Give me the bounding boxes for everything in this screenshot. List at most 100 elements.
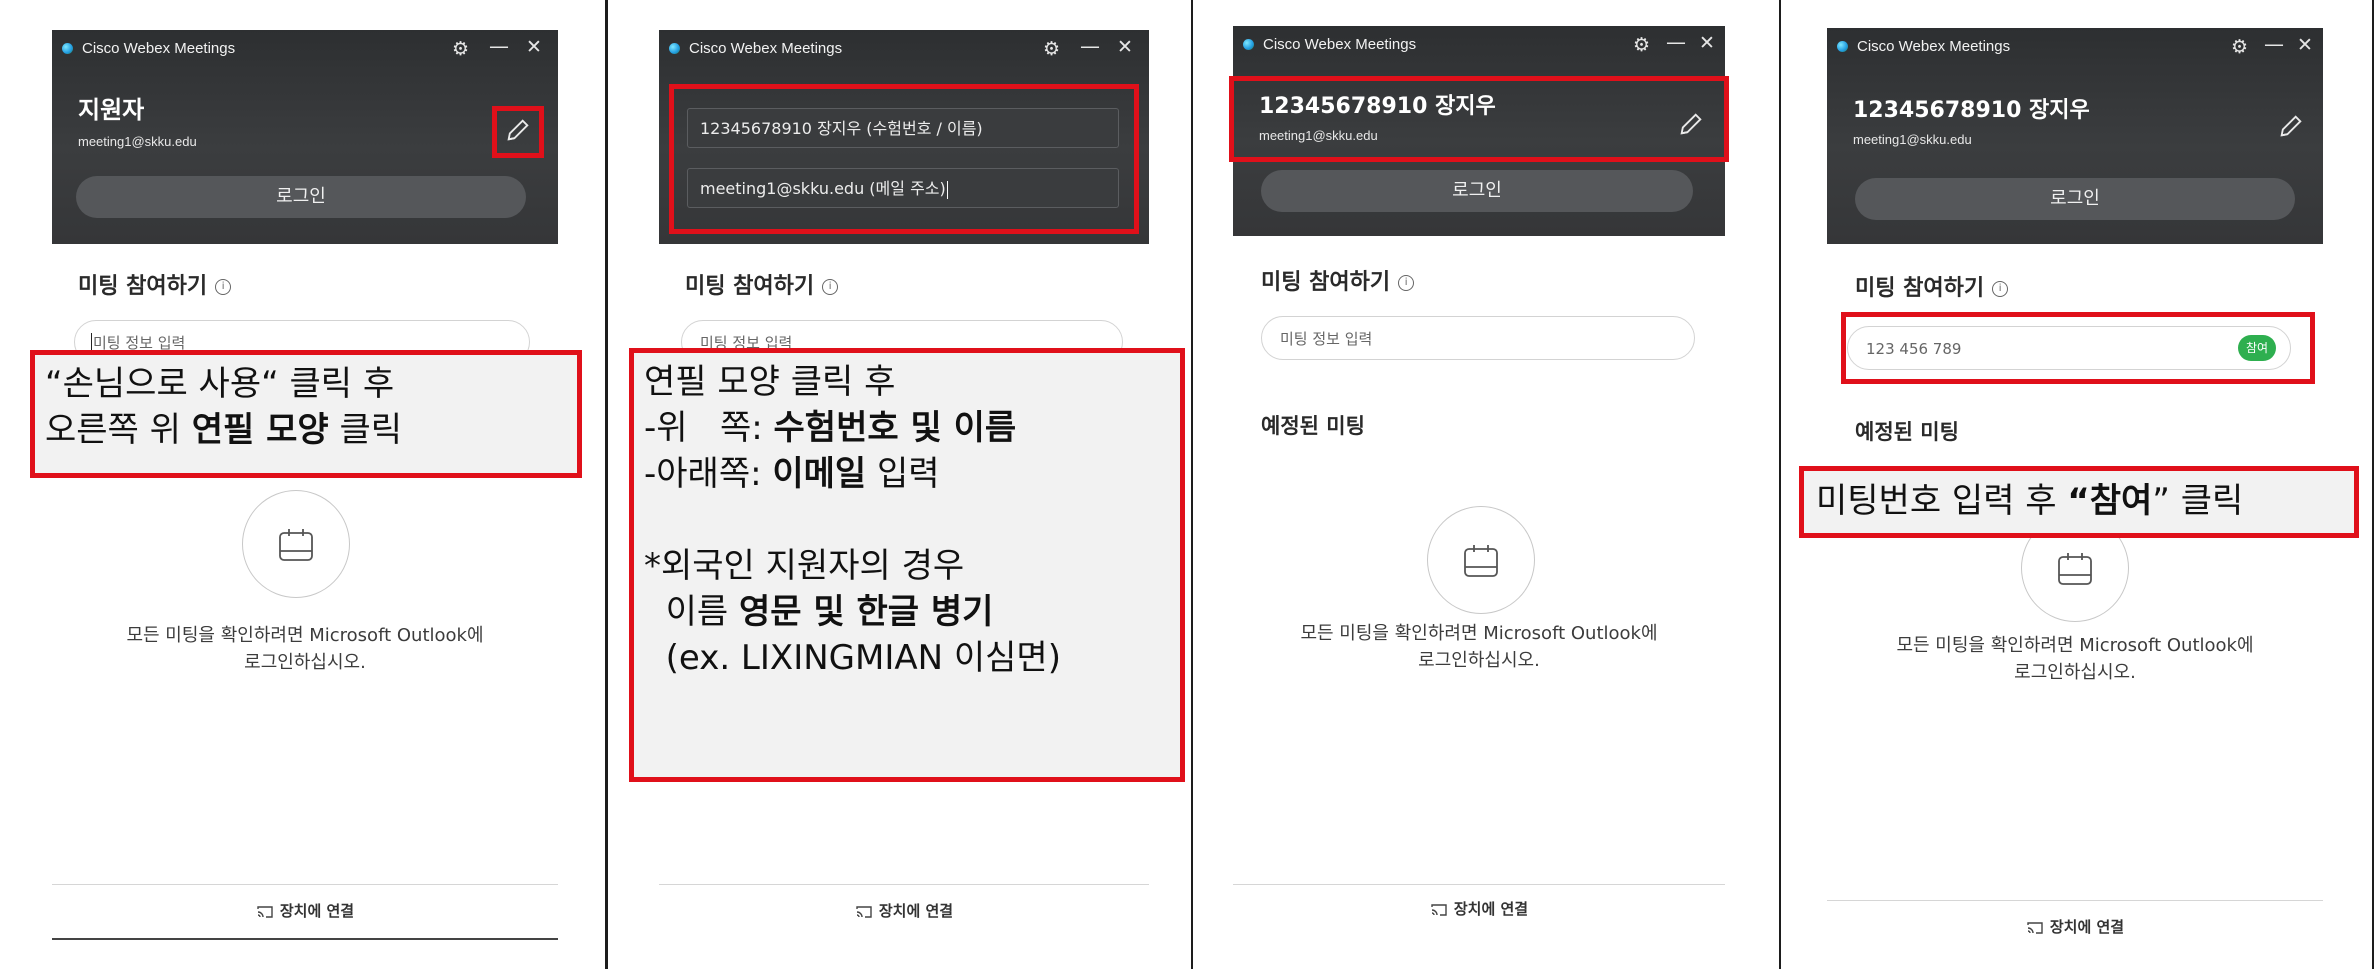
- bottom-divider: [1233, 884, 1725, 885]
- connect-device-button[interactable]: 장치에 연결: [1233, 898, 1725, 919]
- connect-device-label: 장치에 연결: [1453, 900, 1529, 918]
- pencil-icon[interactable]: [2277, 112, 2305, 140]
- callout-4-post: ” 클릭: [2152, 481, 2244, 521]
- login-button[interactable]: 로그인: [1855, 178, 2295, 220]
- outlook-message-line2: 로그인하십시오.: [244, 652, 366, 673]
- connect-device-button[interactable]: 장치에 연결: [659, 900, 1149, 921]
- callout-2-line1: 연필 모양 클릭 후: [644, 362, 896, 402]
- user-email: meeting1@skku.edu: [78, 134, 197, 149]
- close-button[interactable]: ✕: [1117, 36, 1133, 58]
- callout-2-line2-pre: -위 쪽:: [644, 408, 774, 448]
- webex-logo-icon: [1243, 39, 1254, 50]
- callout-2-spacer: [644, 497, 1170, 543]
- minimize-button[interactable]: —: [1080, 34, 1100, 58]
- calendar-icon: [1464, 545, 1498, 577]
- callout-2-line5: 이름 영문 및 한글 병기: [644, 589, 1170, 635]
- title-bar: Cisco Webex Meetings ⚙ — ✕: [1827, 28, 2323, 76]
- join-meeting-title: 미팅 참여하기 i: [685, 268, 839, 300]
- window-title: Cisco Webex Meetings: [1263, 36, 1417, 53]
- cast-icon: [257, 905, 273, 918]
- calendar-circle: [1427, 506, 1535, 614]
- callout-2-line3-post: 입력: [866, 454, 940, 494]
- outlook-message: 모든 미팅을 확인하려면 Microsoft Outlook에 로그인하십시오.: [52, 622, 558, 676]
- join-meeting-label: 미팅 참여하기: [1855, 276, 1985, 301]
- cast-icon: [856, 905, 872, 918]
- meeting-info-input[interactable]: 미팅 정보 입력: [1261, 316, 1695, 360]
- outlook-message-line1: 모든 미팅을 확인하려면 Microsoft Outlook에: [1300, 623, 1658, 644]
- outlook-message-line2: 로그인하십시오.: [1418, 650, 1540, 671]
- window-title: Cisco Webex Meetings: [82, 40, 236, 57]
- login-button[interactable]: 로그인: [76, 176, 526, 218]
- bottom-divider: [52, 884, 558, 885]
- gear-icon[interactable]: ⚙: [1633, 34, 1650, 56]
- callout-2-line2: -위 쪽: 수험번호 및 이름: [644, 405, 1170, 451]
- instruction-callout-4: 미팅번호 입력 후 “참여” 클릭: [1799, 466, 2359, 538]
- close-button[interactable]: ✕: [526, 36, 542, 58]
- title-bar: Cisco Webex Meetings ⚙ — ✕: [659, 30, 1149, 78]
- edit-fields-highlight-box: [669, 84, 1139, 234]
- profile-header: Cisco Webex Meetings ⚙ — ✕ 지원자 meeting1@…: [52, 30, 558, 244]
- window-title: Cisco Webex Meetings: [689, 40, 843, 57]
- info-icon[interactable]: i: [1398, 275, 1415, 291]
- webex-logo-icon: [62, 43, 73, 54]
- connect-device-label: 장치에 연결: [878, 902, 954, 920]
- connect-device-button[interactable]: 장치에 연결: [52, 900, 558, 921]
- bottom-divider: [659, 884, 1149, 885]
- callout-2-line3: -아래쪽: 이메일 입력: [644, 451, 1170, 497]
- connect-device-button[interactable]: 장치에 연결: [1827, 916, 2323, 937]
- profile-header: Cisco Webex Meetings ⚙ — ✕ 12345678910 장…: [1827, 28, 2323, 244]
- callout-4-bold: “참여: [2067, 481, 2153, 521]
- gear-icon[interactable]: ⚙: [1043, 38, 1060, 60]
- login-button[interactable]: 로그인: [1261, 170, 1693, 212]
- callout-1-line2-post: 클릭: [328, 410, 403, 450]
- callout-2-line5-bold: 영문 및 한글 병기: [738, 592, 994, 632]
- join-meeting-title: 미팅 참여하기 i: [1855, 270, 2009, 302]
- callout-2-line3-pre: -아래쪽:: [644, 454, 773, 494]
- bottom-divider: [1827, 900, 2323, 901]
- callout-4-pre: 미팅번호 입력 후: [1816, 481, 2068, 521]
- callout-1-line2-bold: 연필 모양: [191, 410, 329, 450]
- gear-icon[interactable]: ⚙: [452, 38, 469, 60]
- info-icon[interactable]: i: [215, 279, 232, 295]
- callout-2-line3-bold: 이메일: [772, 454, 867, 494]
- callout-2-line5-pre: 이름: [644, 592, 739, 632]
- calendar-circle: [242, 490, 350, 598]
- minimize-button[interactable]: —: [2264, 32, 2284, 56]
- user-name: 지원자: [78, 96, 145, 124]
- callout-2-line4: *외국인 지원자의 경우: [644, 546, 965, 586]
- minimize-button[interactable]: —: [1666, 30, 1686, 54]
- minimize-button[interactable]: —: [489, 34, 509, 58]
- calendar-icon: [279, 529, 313, 561]
- callout-2-line6: (ex. LIXINGMIAN 이심면): [644, 638, 1061, 678]
- join-meeting-label: 미팅 참여하기: [1261, 270, 1391, 295]
- scheduled-meetings-title: 예정된 미팅: [1855, 420, 1959, 444]
- close-button[interactable]: ✕: [2297, 34, 2313, 56]
- scheduled-meetings-title: 예정된 미팅: [1261, 414, 1365, 438]
- outlook-message: 모든 미팅을 확인하려면 Microsoft Outlook에 로그인하십시오.: [1233, 620, 1725, 674]
- join-meeting-title: 미팅 참여하기 i: [78, 268, 232, 300]
- close-button[interactable]: ✕: [1699, 32, 1715, 54]
- calendar-icon: [2058, 553, 2092, 585]
- title-bar: Cisco Webex Meetings ⚙ — ✕: [1233, 26, 1725, 74]
- instruction-callout-1: “손님으로 사용“ 클릭 후 오른쪽 위 연필 모양 클릭: [30, 350, 582, 478]
- info-icon[interactable]: i: [822, 279, 839, 295]
- callout-1-line2: 오른쪽 위 연필 모양 클릭: [45, 407, 567, 453]
- panel-4: Cisco Webex Meetings ⚙ — ✕ 12345678910 장…: [1779, 0, 2374, 969]
- join-meeting-label: 미팅 참여하기: [685, 274, 815, 299]
- outlook-message: 모든 미팅을 확인하려면 Microsoft Outlook에 로그인하십시오.: [1827, 632, 2323, 686]
- gear-icon[interactable]: ⚙: [2231, 36, 2248, 58]
- outlook-message-line2: 로그인하십시오.: [2014, 662, 2136, 683]
- callout-2-line2-bold: 수험번호 및 이름: [773, 408, 1017, 448]
- connect-device-label: 장치에 연결: [279, 902, 355, 920]
- connect-device-label: 장치에 연결: [2049, 918, 2125, 936]
- callout-1-line2-pre: 오른쪽 위: [45, 410, 192, 450]
- profile-highlight-box: [1229, 76, 1729, 162]
- webex-window: Cisco Webex Meetings ⚙ — ✕ 12345678910 장…: [1233, 26, 1725, 966]
- outlook-message-line1: 모든 미팅을 확인하려면 Microsoft Outlook에: [1896, 635, 2254, 656]
- webex-logo-icon: [1837, 41, 1848, 52]
- cast-icon: [1431, 903, 1447, 916]
- webex-window: Cisco Webex Meetings ⚙ — ✕ 지원자 meeting1@…: [52, 30, 558, 969]
- instruction-callout-2: 연필 모양 클릭 후 -위 쪽: 수험번호 및 이름 -아래쪽: 이메일 입력 …: [629, 348, 1185, 782]
- info-icon[interactable]: i: [1992, 281, 2009, 297]
- panel-1: Cisco Webex Meetings ⚙ — ✕ 지원자 meeting1@…: [0, 0, 608, 969]
